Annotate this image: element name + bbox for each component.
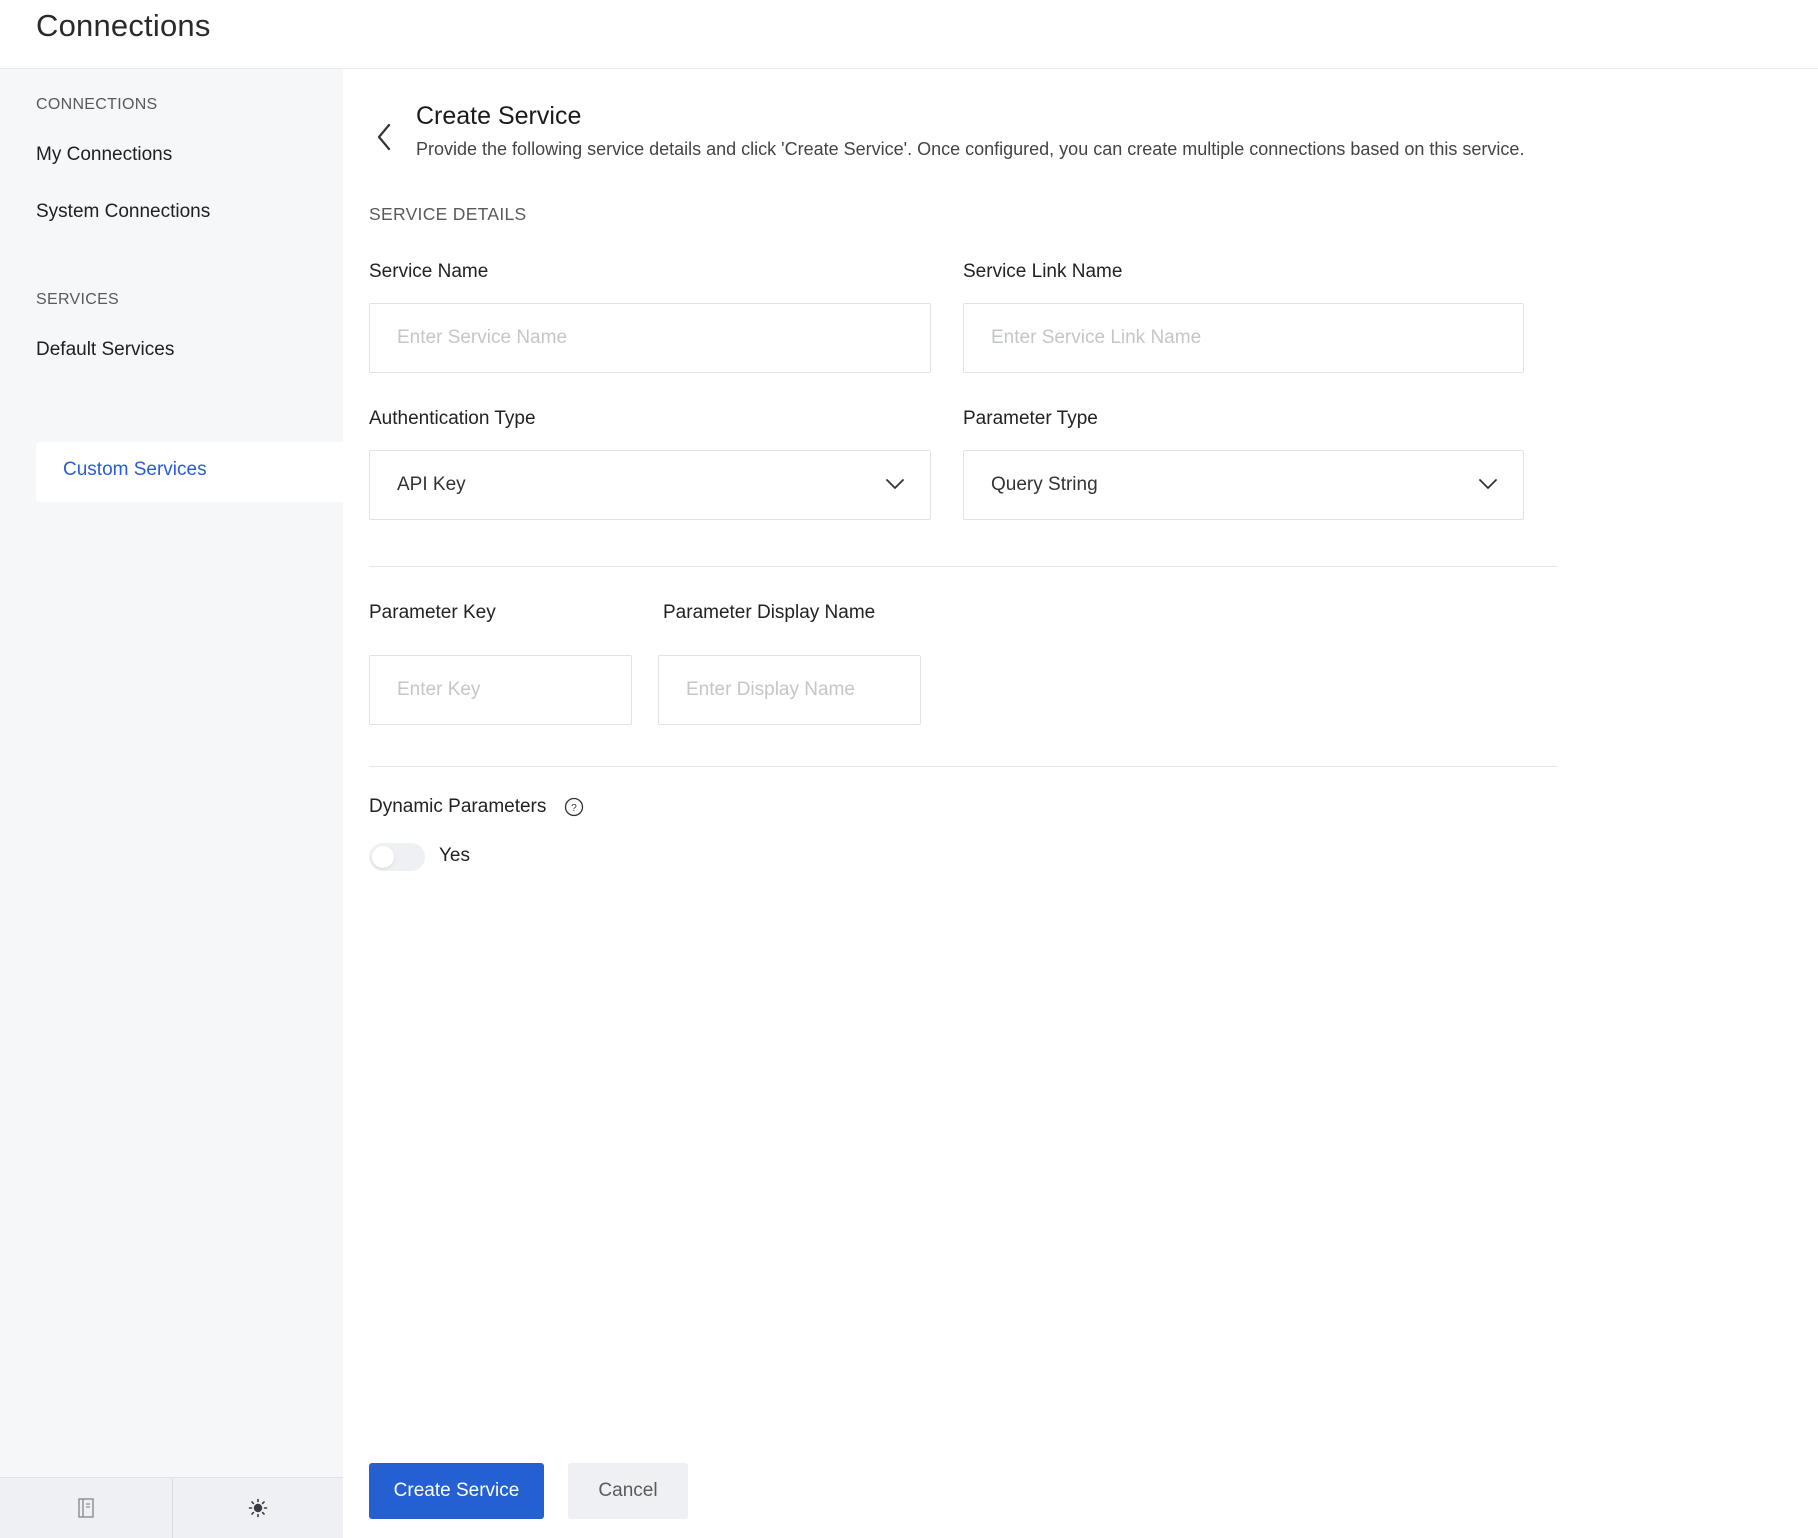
toggle-knob — [372, 846, 394, 868]
service-link-name-input[interactable] — [963, 303, 1524, 373]
page-title: Create Service — [416, 102, 582, 130]
section-header: SERVICE DETAILS — [369, 204, 527, 224]
parameter-display-name-label: Parameter Display Name — [663, 602, 876, 623]
sidebar: CONNECTIONS My Connections System Connec… — [0, 69, 343, 1538]
sun-icon — [248, 1498, 268, 1518]
sidebar-item-default-services[interactable]: Default Services — [36, 339, 174, 361]
svg-text:?: ? — [571, 803, 577, 814]
help-icon[interactable]: ? — [564, 797, 584, 817]
parameter-display-name-input[interactable] — [658, 655, 921, 725]
parameter-type-select[interactable]: Query String — [963, 450, 1524, 520]
sidebar-item-label: Custom Services — [63, 459, 207, 480]
main-content: Create Service Provide the following ser… — [343, 69, 1818, 1538]
chevron-down-icon — [1479, 479, 1497, 489]
service-name-input[interactable] — [369, 303, 931, 373]
parameter-type-label: Parameter Type — [963, 408, 1098, 429]
parameter-type-value: Query String — [991, 474, 1098, 495]
chevron-left-icon — [377, 123, 391, 151]
notebook-button[interactable] — [0, 1478, 172, 1538]
notebook-icon — [78, 1498, 94, 1518]
back-button[interactable] — [369, 119, 399, 155]
sidebar-section-services: SERVICES — [36, 291, 120, 308]
theme-toggle-button[interactable] — [171, 1478, 344, 1538]
app-title: Connections — [36, 8, 211, 43]
sidebar-item-my-connections[interactable]: My Connections — [36, 144, 172, 166]
sidebar-item-system-connections[interactable]: System Connections — [36, 201, 210, 223]
top-bar: Connections — [0, 0, 1818, 69]
sidebar-section-connections: CONNECTIONS — [36, 96, 158, 113]
authentication-type-select[interactable]: API Key — [369, 450, 931, 520]
authentication-type-value: API Key — [397, 474, 466, 495]
cancel-button[interactable]: Cancel — [568, 1463, 688, 1519]
page-description: Provide the following service details an… — [416, 139, 1525, 159]
sidebar-item-custom-services[interactable]: Custom Services — [36, 442, 343, 502]
toggle-label: Yes — [439, 845, 470, 866]
dynamic-parameters-toggle[interactable] — [369, 843, 425, 871]
divider — [369, 566, 1557, 567]
create-service-button[interactable]: Create Service — [369, 1463, 544, 1519]
chevron-down-icon — [886, 479, 904, 489]
authentication-type-label: Authentication Type — [369, 408, 536, 429]
service-name-label: Service Name — [369, 261, 489, 282]
parameter-key-input[interactable] — [369, 655, 632, 725]
sidebar-footer — [0, 1477, 343, 1538]
dynamic-parameters-label: Dynamic Parameters — [369, 796, 547, 817]
divider — [369, 766, 1557, 767]
parameter-key-label: Parameter Key — [369, 602, 496, 623]
service-link-name-label: Service Link Name — [963, 261, 1123, 282]
